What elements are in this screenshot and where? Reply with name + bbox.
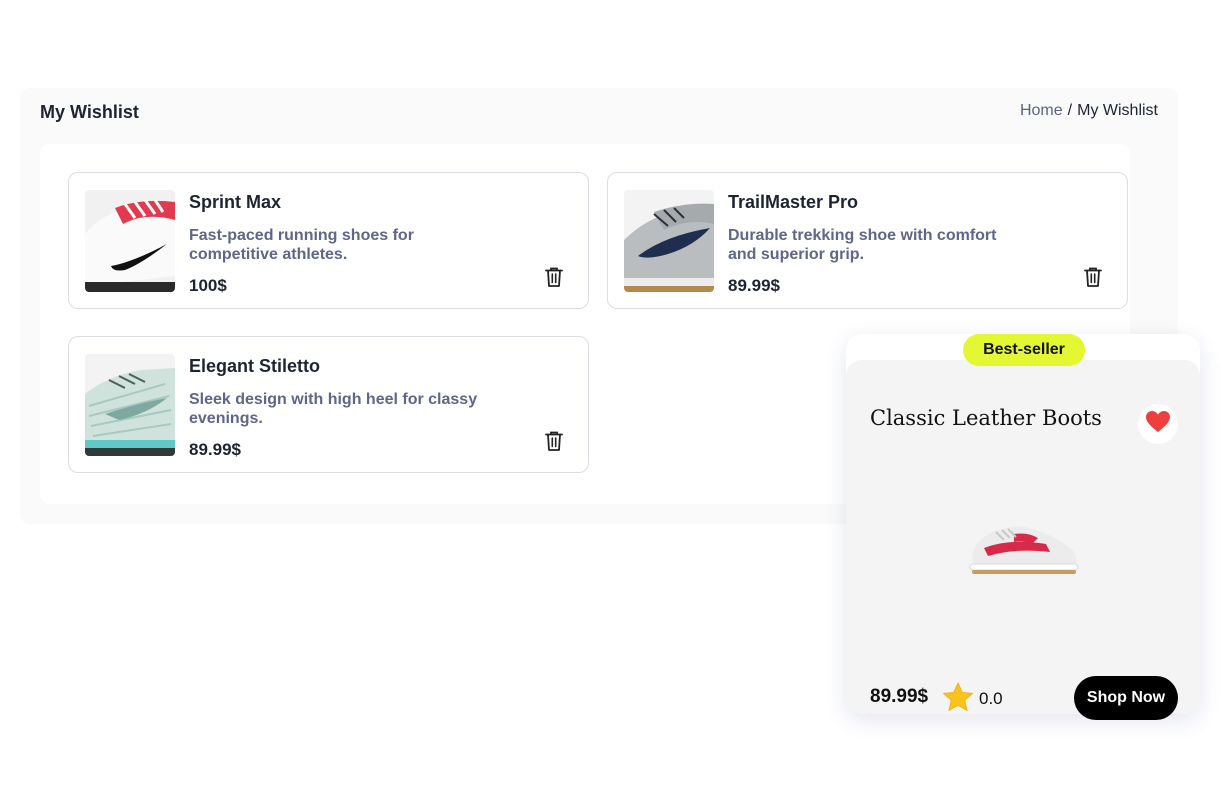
shop-now-button[interactable]: Shop Now [1074, 676, 1178, 720]
product-thumbnail[interactable] [624, 190, 714, 292]
product-thumbnail[interactable] [85, 190, 175, 292]
product-card: Classic Leather Boots 89.99$ 0.0 Shop No… [846, 334, 1200, 720]
trash-icon[interactable] [544, 266, 564, 288]
trash-icon[interactable] [544, 430, 564, 452]
breadcrumb: Home / My Wishlist [1020, 102, 1158, 120]
product-image[interactable] [966, 520, 1080, 585]
breadcrumb-separator: / [1067, 102, 1073, 119]
breadcrumb-current: My Wishlist [1077, 102, 1158, 119]
wishlist-item: Sprint Max Fast-paced running shoes for … [68, 172, 589, 309]
breadcrumb-home-link[interactable]: Home [1020, 102, 1063, 119]
best-seller-badge: Best-seller [963, 334, 1085, 366]
item-price: 89.99$ [189, 440, 241, 459]
item-description: Durable trekking shoe with comfort and s… [728, 227, 997, 263]
item-description: Fast-paced running shoes for competitive… [189, 227, 414, 263]
product-price: 89.99$ [870, 686, 929, 707]
item-name: Elegant Stiletto [189, 356, 321, 376]
product-name: Classic Leather Boots [870, 406, 1102, 430]
product-card-body: Classic Leather Boots 89.99$ 0.0 Shop No… [846, 360, 1200, 720]
favorite-button[interactable] [1138, 404, 1178, 444]
heart-icon [1145, 410, 1171, 439]
item-name: TrailMaster Pro [728, 192, 859, 212]
item-name: Sprint Max [189, 192, 282, 212]
item-price: 89.99$ [728, 276, 780, 295]
item-description: Sleek design with high heel for classy e… [189, 391, 478, 427]
wishlist-item: Elegant Stiletto Sleek design with high … [68, 336, 589, 473]
page-title: My Wishlist [40, 102, 139, 122]
star-icon [942, 682, 974, 717]
product-thumbnail[interactable] [85, 354, 175, 456]
wishlist-item: TrailMaster Pro Durable trekking shoe wi… [607, 172, 1128, 309]
trash-icon[interactable] [1083, 266, 1103, 288]
item-price: 100$ [189, 276, 227, 295]
rating-value: 0.0 [979, 689, 1003, 708]
